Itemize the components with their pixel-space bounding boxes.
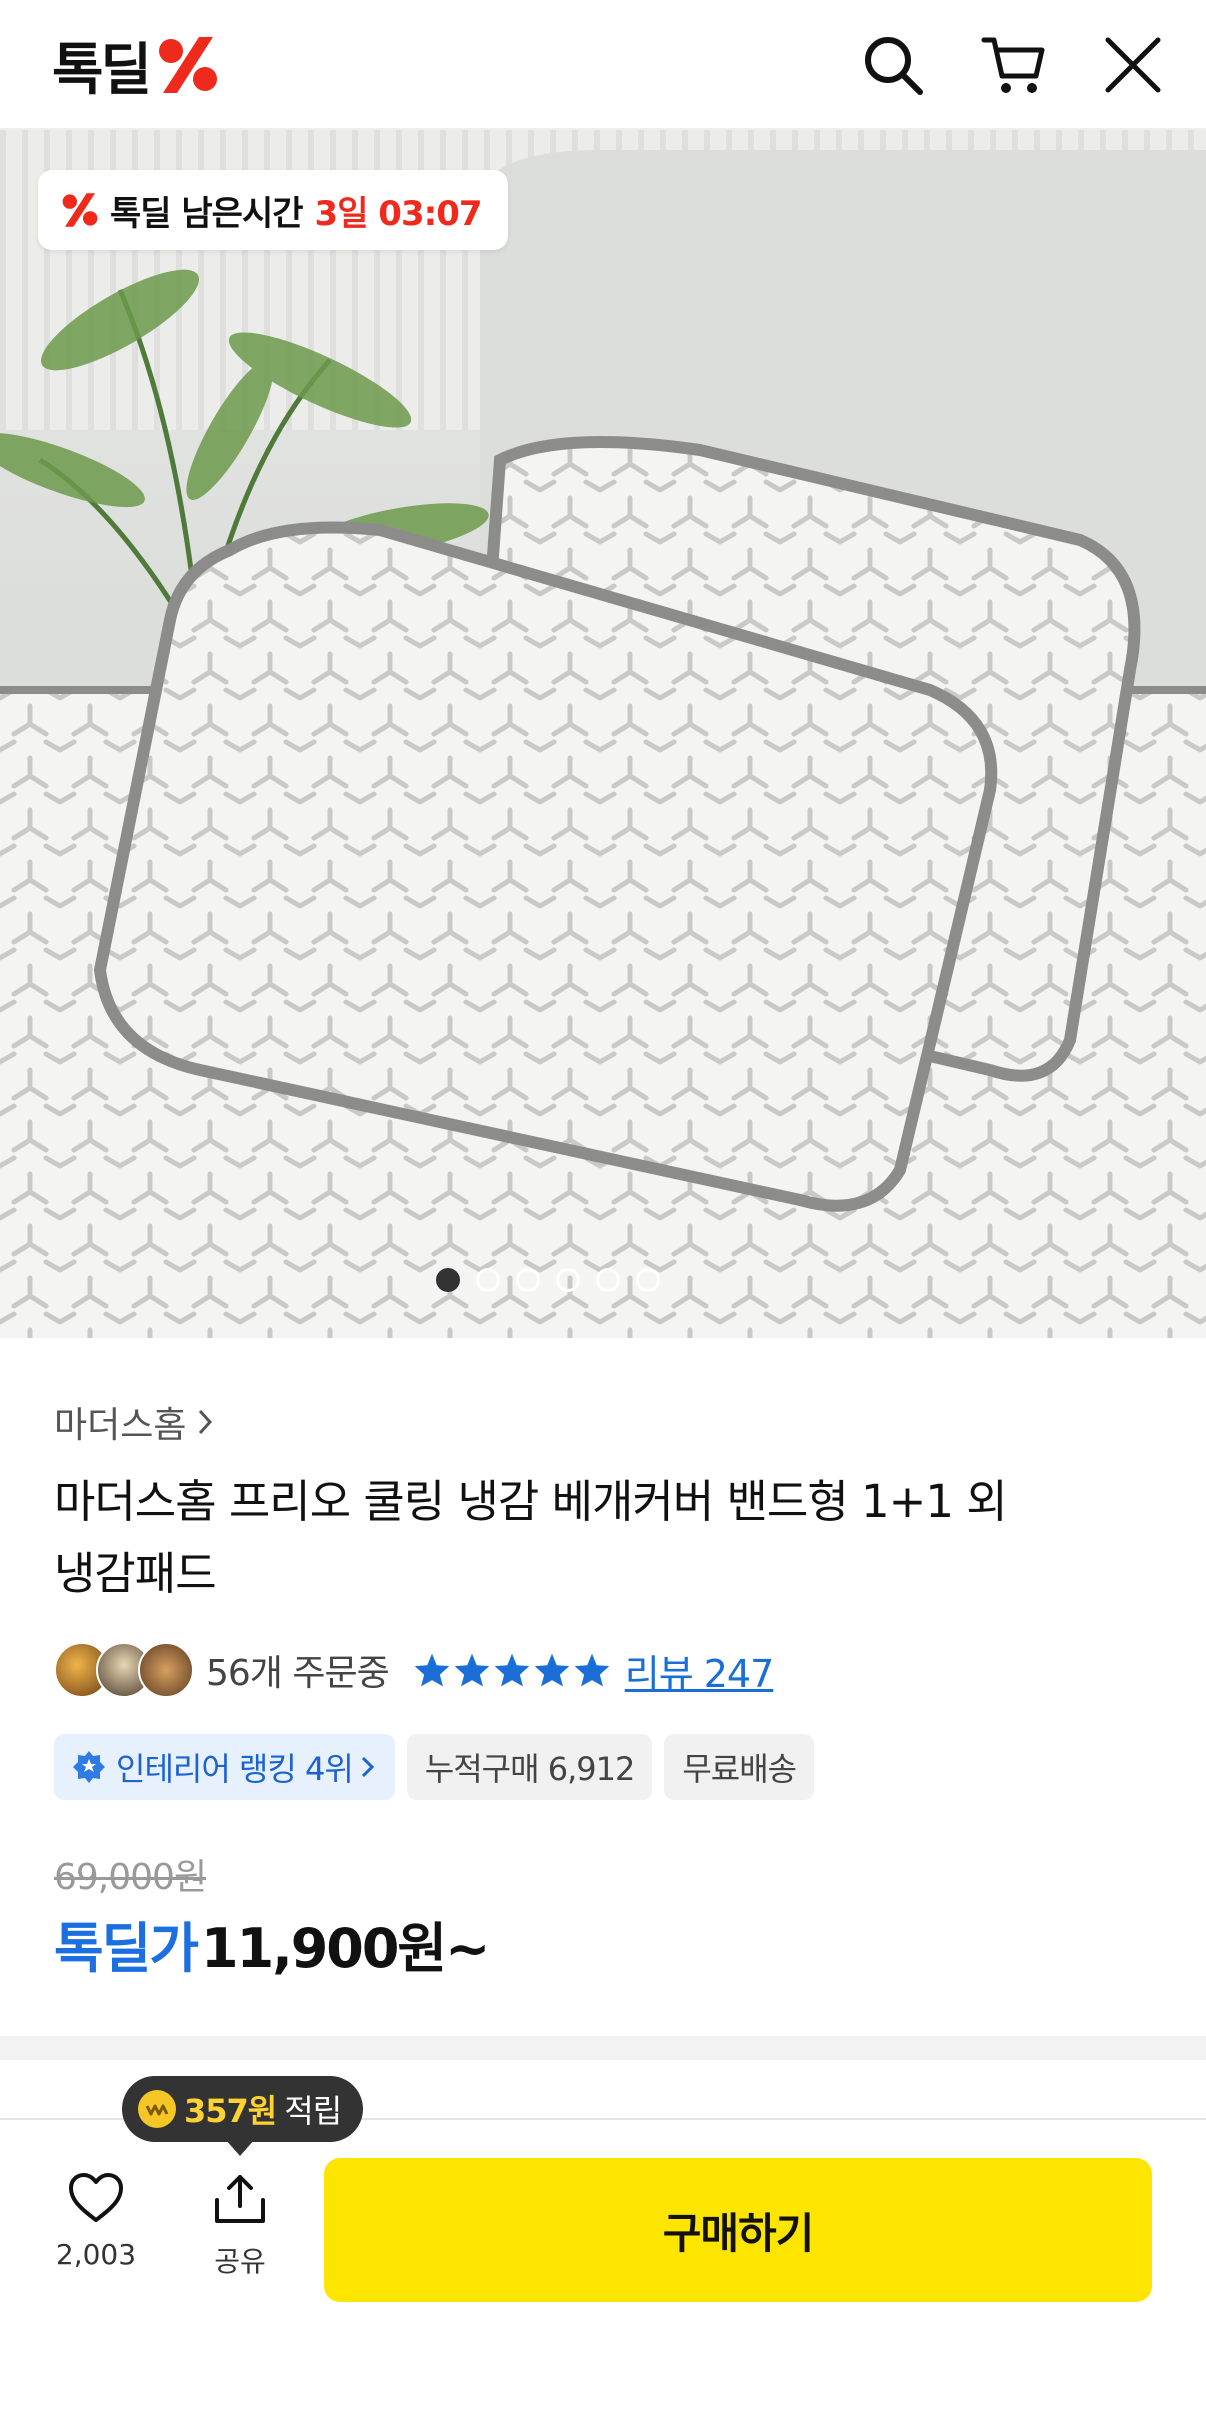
carousel-indicator (0, 1268, 1206, 1292)
buyer-avatars (54, 1642, 194, 1698)
timer-value: 3일 03:07 (314, 193, 483, 234)
star-icon (574, 1653, 609, 1687)
logo-text: 톡딜 (52, 37, 152, 103)
product-tags: 인테리어 랭킹 4위 누적구매 6,912 무료배송 (54, 1734, 815, 1800)
like-count: 2,003 (55, 2238, 137, 2271)
original-price: 69,000원 (54, 1857, 207, 1898)
ranking-tag-label: 인테리어 랭킹 4위 (116, 1750, 354, 1788)
points-text: 적립 (284, 2092, 342, 2130)
star-icon (534, 1653, 569, 1687)
carousel-dot[interactable] (516, 1268, 540, 1292)
timer-label: 톡딜 남은시간 (110, 193, 304, 234)
review-link[interactable]: 리뷰 247 (625, 1643, 775, 1698)
search-icon[interactable] (860, 32, 926, 98)
chevron-right-icon (361, 1756, 374, 1778)
tooltip-arrow (226, 2140, 254, 2156)
deal-timer-badge: 톡딜 남은시간 3일 03:07 (38, 170, 508, 250)
product-meta-row: 56개 주문중 리뷰 247 (54, 1640, 775, 1700)
deal-price: 11,900원~ (201, 1917, 490, 1980)
share-button[interactable]: 공유 (190, 2172, 290, 2280)
carousel-dot[interactable] (436, 1268, 460, 1292)
brand-link[interactable]: 마더스홈 (54, 1396, 216, 1448)
share-icon (215, 2175, 265, 2223)
product-title: 마더스홈 프리오 쿨링 냉감 베개커버 밴드형 1+1 외 냉감패드 (54, 1466, 1054, 1610)
ranking-badge-icon (73, 1751, 105, 1783)
deal-price-label: 톡딜가 (54, 1917, 199, 1980)
ranking-tag[interactable]: 인테리어 랭킹 4위 (54, 1734, 395, 1800)
top-header: 톡딜 (0, 0, 1206, 130)
points-amount: 357원 (184, 2092, 277, 2130)
points-tooltip: 357원 적립 (122, 2076, 364, 2142)
buy-button[interactable]: 구매하기 (324, 2158, 1152, 2302)
carousel-dot[interactable] (556, 1268, 580, 1292)
carousel-dot[interactable] (596, 1268, 620, 1292)
rating-stars (413, 1652, 611, 1688)
percent-bolt-icon (62, 193, 98, 227)
product-image-carousel[interactable]: 톡딜 남은시간 3일 03:07 (0, 130, 1206, 1338)
star-icon (454, 1653, 489, 1687)
talkdeal-logo[interactable]: 톡딜 (52, 30, 221, 103)
star-icon (414, 1653, 449, 1687)
order-count: 56개 주문중 (206, 1653, 390, 1694)
price-row: 톡딜가 11,900원~ (54, 1904, 490, 1983)
heart-icon (69, 2173, 123, 2222)
carousel-dot[interactable] (476, 1268, 500, 1292)
product-photo (0, 130, 1206, 1338)
cumulative-purchase-tag: 누적구매 6,912 (406, 1734, 653, 1800)
carousel-dot[interactable] (636, 1268, 660, 1292)
points-coin-icon (138, 2090, 176, 2128)
like-button[interactable]: 2,003 (46, 2172, 146, 2271)
product-title-line1: 마더스홈 프리오 쿨링 냉감 베개커버 밴드형 1+1 외 (54, 1475, 1008, 1528)
chevron-right-icon (199, 1409, 213, 1435)
cart-icon[interactable] (980, 32, 1046, 98)
section-divider (0, 2036, 1206, 2060)
avatar (138, 1642, 194, 1698)
free-shipping-tag: 무료배송 (664, 1734, 815, 1800)
product-title-line2: 냉감패드 (54, 1547, 217, 1600)
share-label: 공유 (214, 2245, 266, 2278)
brand-name: 마더스홈 (54, 1405, 187, 1446)
star-icon (494, 1653, 529, 1687)
percent-bolt-icon (159, 37, 218, 93)
close-icon[interactable] (1100, 32, 1166, 98)
